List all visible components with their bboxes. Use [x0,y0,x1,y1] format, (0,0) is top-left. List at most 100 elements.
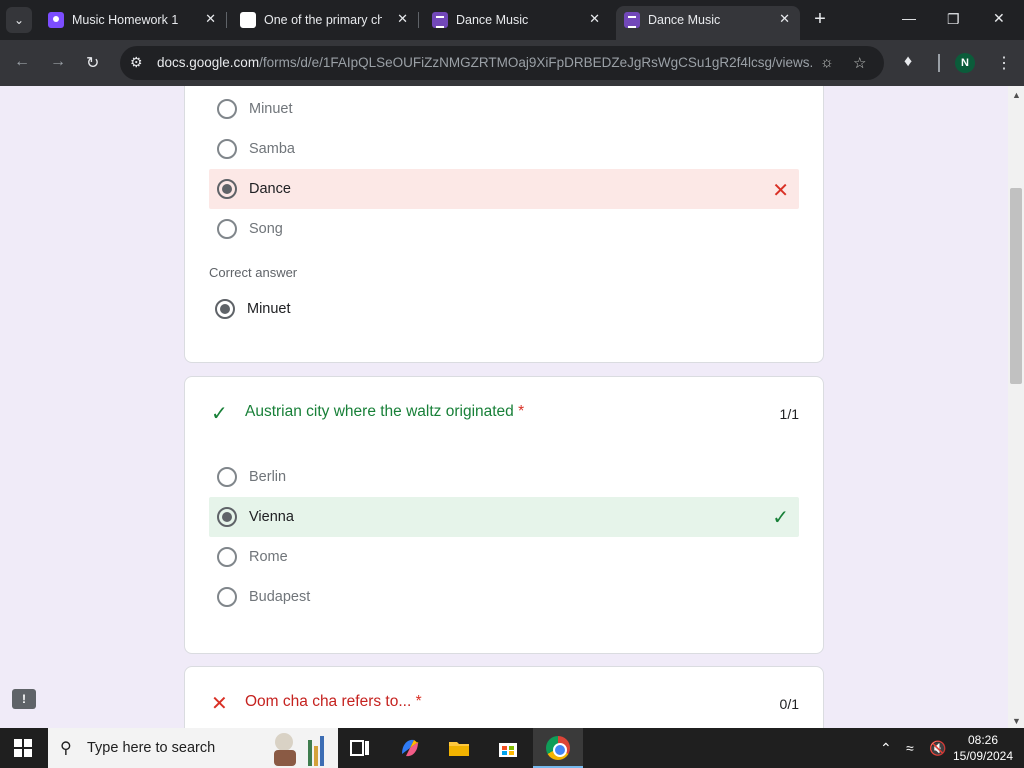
radio-button-selected[interactable] [217,179,237,199]
scrollbar-thumb[interactable] [1010,188,1022,384]
new-tab-button[interactable]: + [808,8,832,32]
extensions-icon[interactable]: ♦ [904,53,912,71]
close-icon[interactable]: ✕ [205,11,216,27]
form-page: Minuet Samba Dance ✕ Song Correct answer… [0,86,1008,728]
radio-button[interactable] [217,139,237,159]
address-bar[interactable]: ⚙ docs.google.com/forms/d/e/1FAIpQLSeOUF… [120,46,884,80]
close-icon[interactable]: ✕ [397,11,408,27]
correct-check-icon: ✓ [211,403,228,425]
option-label: Berlin [249,469,287,485]
option-minuet[interactable]: Minuet [209,89,799,129]
question-score: 0/1 [779,696,799,712]
question-card-1: Minuet Samba Dance ✕ Song Correct answer… [184,86,824,363]
tab-title: Dance Music [456,13,529,27]
file-explorer-icon[interactable] [447,736,471,760]
option-label: Minuet [249,101,293,117]
classroom-icon [48,12,64,28]
system-clock[interactable]: 08:26 15/09/2024 [952,732,1014,764]
forms-icon [432,12,448,28]
radio-button-selected[interactable] [217,507,237,527]
option-label: Budapest [249,589,311,605]
radio-button[interactable] [217,467,237,487]
tab-search-button[interactable]: ⌄ [6,7,32,33]
minimize-icon[interactable]: — [902,10,916,26]
radio-button-selected [215,299,235,319]
tab-title: Dance Music [648,13,721,27]
option-label: Samba [249,141,295,157]
clock-time: 08:26 [967,733,999,747]
option-berlin[interactable]: Berlin [209,457,799,497]
url-text[interactable]: docs.google.com/forms/d/e/1FAIpQLSeOUFiZ… [157,55,812,70]
report-feedback-icon[interactable]: ! [12,689,36,709]
radio-button[interactable] [217,547,237,567]
question-title: Austrian city where the waltz originated… [245,403,524,421]
window-close-icon[interactable]: ✕ [993,10,1005,27]
question-text: Austrian city where the waltz originated [245,403,514,420]
option-vienna-selected-correct[interactable]: Vienna ✓ [209,497,799,537]
required-asterisk: * [518,403,525,420]
option-budapest[interactable]: Budapest [209,577,799,617]
question-title: Oom cha cha refers to... * [245,693,422,711]
microsoft-store-icon[interactable] [496,736,520,760]
correct-answer-option: Minuet [207,289,797,329]
plus-icon: + [814,8,826,30]
tab-separator [226,12,227,28]
restore-icon[interactable]: ❐ [947,11,960,28]
profile-avatar[interactable]: N [955,53,975,73]
copilot-icon[interactable] [398,736,422,760]
forms-icon [624,12,640,28]
close-icon[interactable]: ✕ [779,11,790,27]
browser-tab-3[interactable]: Dance Music ✕ [424,6,610,34]
reload-icon[interactable]: ↻ [86,53,99,73]
option-label: Dance [249,181,291,197]
windows-start-icon[interactable] [14,739,32,757]
translate-icon[interactable]: ☼ [820,54,834,71]
bookmark-star-icon[interactable]: ☆ [853,54,866,72]
option-dance-selected-wrong[interactable]: Dance ✕ [209,169,799,209]
url-path: /forms/d/e/1FAIpQLSeOUFiZzNMGZRTMOaj9XiF… [259,55,812,70]
clock-date: 15/09/2024 [952,749,1014,763]
radio-button[interactable] [217,587,237,607]
option-samba[interactable]: Samba [209,129,799,169]
question-text: Oom cha cha refers to... [245,693,412,710]
incorrect-x-icon: ✕ [772,180,789,202]
incorrect-x-icon: ✕ [211,693,228,715]
volume-muted-icon[interactable]: 🔇 [929,740,946,757]
correct-answer-heading: Correct answer [209,265,298,280]
close-icon[interactable]: ✕ [589,11,600,27]
scroll-down-icon[interactable]: ▼ [1012,716,1021,726]
taskbar-search-box[interactable]: ⚲ Type here to search [48,728,338,768]
network-icon[interactable]: ≈ [906,740,914,756]
show-hidden-icons-icon[interactable]: ⌃ [880,740,892,757]
search-icon: ⚲ [60,740,72,757]
back-icon[interactable]: ← [14,53,30,71]
browser-toolbar: ← → ↻ ⚙ docs.google.com/forms/d/e/1FAIpQ… [0,40,1024,86]
browser-tab-1[interactable]: Music Homework 1 ✕ [40,6,227,34]
radio-button[interactable] [217,219,237,239]
option-rome[interactable]: Rome [209,537,799,577]
option-label: Rome [249,549,288,565]
menu-kebab-icon[interactable]: ⋮ [996,53,1012,73]
forward-icon[interactable]: → [50,53,66,71]
question-card-3: ✕ Oom cha cha refers to... * 0/1 [184,666,824,728]
windows-taskbar: ⚲ Type here to search ⌃ ≈ 🔇 08:26 15/09/… [0,728,1024,768]
tab-strip: ⌄ Music Homework 1 ✕ One of the primary … [0,0,1024,40]
browser-tab-2[interactable]: One of the primary ch ✕ [232,6,419,34]
option-label: Vienna [249,509,294,525]
tab-separator [418,12,419,28]
browser-tab-4-active[interactable]: Dance Music ✕ [616,6,800,40]
required-asterisk: * [415,693,422,710]
taskbar-search-placeholder: Type here to search [87,740,216,756]
search-highlight-illustration [274,733,324,766]
site-info-icon[interactable]: ⚙ [130,54,143,71]
option-song[interactable]: Song [209,209,799,249]
question-score: 1/1 [779,406,799,422]
page-scrollbar[interactable]: ▲ ▼ [1008,86,1024,728]
chrome-icon[interactable] [546,736,570,760]
task-view-icon[interactable] [348,736,372,760]
toolbar-divider [938,54,940,72]
google-icon [240,12,256,28]
tab-title: Music Homework 1 [72,13,179,27]
radio-button[interactable] [217,99,237,119]
scroll-up-icon[interactable]: ▲ [1012,90,1021,100]
